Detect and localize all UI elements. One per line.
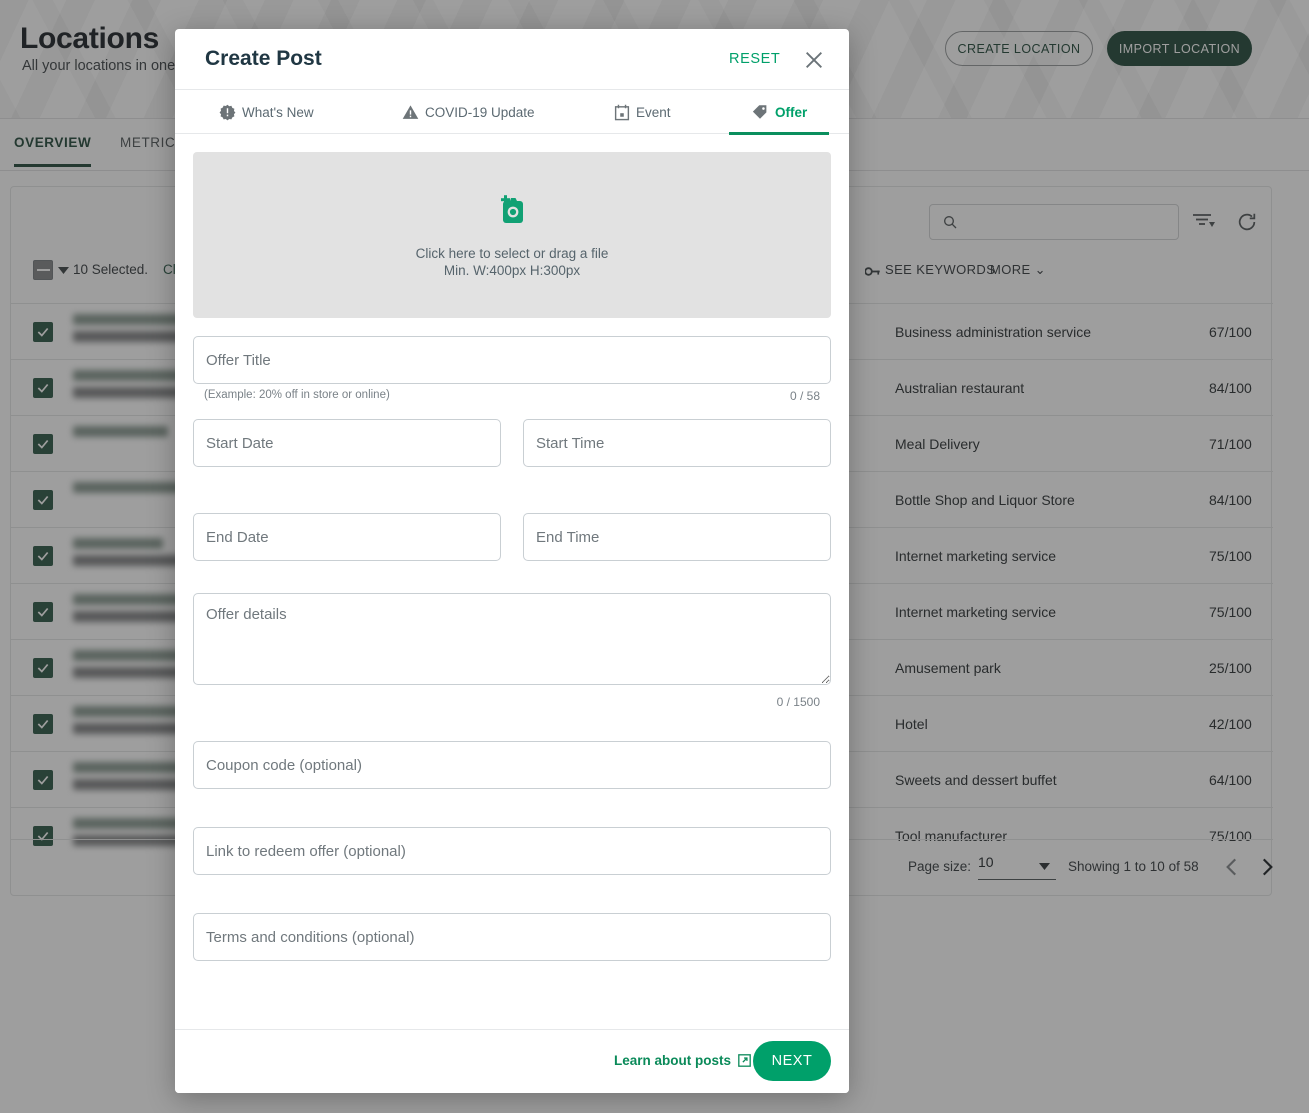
dropzone-line-2: Min. W:400px H:300px [443, 263, 581, 278]
learn-about-posts-link[interactable]: Learn about posts [614, 1053, 751, 1068]
app-root: Locations All your locations in one CREA… [0, 0, 1309, 1113]
tab-offer[interactable]: Offer [728, 90, 830, 135]
modal-header: Create Post RESET [175, 29, 849, 89]
end-date-input[interactable] [193, 513, 501, 561]
offer-title-hint-row: (Example: 20% off in store or online) 0 … [193, 389, 831, 409]
calendar-icon [614, 104, 630, 120]
redeem-link-input[interactable] [193, 827, 831, 875]
image-dropzone[interactable]: Click here to select or drag a file Min.… [193, 152, 831, 318]
tab-label: COVID-19 Update [425, 104, 535, 120]
post-type-tabs: What's New COVID-19 Update Event Offer [175, 89, 849, 135]
tab-label: What's New [242, 104, 314, 120]
terms-conditions-input[interactable] [193, 913, 831, 961]
create-post-modal: Create Post RESET What's New COVID-19 Up… [175, 29, 849, 1093]
add-photo-icon [501, 195, 523, 223]
offer-title-example: (Example: 20% off in store or online) [204, 389, 390, 401]
warning-triangle-icon [402, 104, 419, 119]
learn-about-posts-label: Learn about posts [614, 1053, 732, 1068]
tab-label: Event [636, 104, 671, 120]
modal-footer: Learn about posts NEXT [175, 1029, 849, 1093]
modal-title: Create Post [205, 47, 322, 70]
offer-title-input[interactable] [193, 336, 831, 384]
external-link-icon [738, 1054, 751, 1067]
close-icon[interactable] [803, 49, 825, 71]
tab-covid-update[interactable]: COVID-19 Update [402, 90, 535, 134]
coupon-code-input[interactable] [193, 741, 831, 789]
offer-title-counter: 0 / 58 [789, 389, 820, 403]
tab-whats-new[interactable]: What's New [219, 90, 314, 134]
start-row [193, 419, 831, 467]
start-date-input[interactable] [193, 419, 501, 467]
start-time-input[interactable] [523, 419, 831, 467]
tag-icon [752, 105, 767, 119]
offer-details-textarea[interactable] [193, 593, 831, 685]
tab-event[interactable]: Event [614, 90, 671, 134]
tab-label: Offer [775, 104, 808, 120]
offer-details-hint-row: 0 / 1500 [193, 695, 831, 715]
badge-exclamation-icon [219, 104, 236, 120]
reset-button[interactable]: RESET [729, 51, 780, 67]
dropzone-line-1: Click here to select or drag a file [415, 246, 609, 261]
next-button[interactable]: NEXT [753, 1041, 831, 1081]
offer-details-counter: 0 / 1500 [776, 695, 820, 709]
end-time-input[interactable] [523, 513, 831, 561]
end-row [193, 513, 831, 561]
modal-body: Click here to select or drag a file Min.… [175, 134, 849, 1074]
